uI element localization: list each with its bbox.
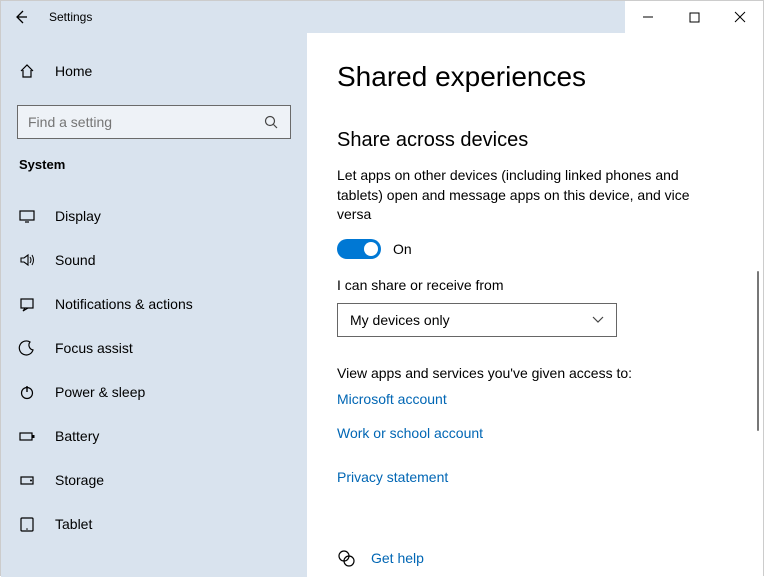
home-nav-item[interactable]: Home <box>17 53 291 89</box>
sidebar-item-label: Power & sleep <box>55 384 145 400</box>
sidebar-item-label: Display <box>55 208 101 224</box>
get-help-link: Get help <box>371 550 424 566</box>
sidebar-item-label: Sound <box>55 252 95 268</box>
sidebar-item-tablet[interactable]: Tablet <box>17 502 291 546</box>
dropdown-value: My devices only <box>350 312 450 328</box>
home-icon <box>17 62 37 80</box>
sidebar-item-storage[interactable]: Storage <box>17 458 291 502</box>
minimize-button[interactable] <box>625 1 671 33</box>
microsoft-account-link[interactable]: Microsoft account <box>337 391 447 407</box>
focus-assist-icon <box>17 339 37 357</box>
sidebar-item-label: Notifications & actions <box>55 296 193 312</box>
window-title: Settings <box>49 10 92 24</box>
sidebar-item-sound[interactable]: Sound <box>17 238 291 282</box>
description-text: Let apps on other devices (including lin… <box>337 166 717 225</box>
sidebar-item-focus-assist[interactable]: Focus assist <box>17 326 291 370</box>
sidebar-item-label: Focus assist <box>55 340 133 356</box>
search-input[interactable] <box>28 114 262 130</box>
search-box[interactable] <box>17 105 291 139</box>
get-help-row[interactable]: Get help <box>337 549 424 567</box>
share-from-dropdown[interactable]: My devices only <box>337 303 617 337</box>
share-from-label: I can share or receive from <box>337 277 733 293</box>
section-heading: Share across devices <box>337 129 733 152</box>
close-button[interactable] <box>717 1 763 33</box>
tablet-icon <box>17 515 37 533</box>
work-school-account-link[interactable]: Work or school account <box>337 425 483 441</box>
sidebar-item-label: Battery <box>55 428 99 444</box>
close-icon <box>734 11 746 23</box>
sidebar-item-notifications[interactable]: Notifications & actions <box>17 282 291 326</box>
sidebar-item-label: Tablet <box>55 516 92 532</box>
chevron-down-icon <box>592 316 604 324</box>
home-label: Home <box>55 63 92 79</box>
sidebar: Home System Display Sound Notifications … <box>1 33 307 577</box>
power-icon <box>17 383 37 401</box>
minimize-icon <box>642 11 654 23</box>
sidebar-item-label: Storage <box>55 472 104 488</box>
notifications-icon <box>17 295 37 313</box>
display-icon <box>17 207 37 225</box>
sidebar-item-battery[interactable]: Battery <box>17 414 291 458</box>
sound-icon <box>17 251 37 269</box>
share-toggle[interactable] <box>337 239 381 259</box>
sidebar-item-display[interactable]: Display <box>17 194 291 238</box>
page-title: Shared experiences <box>337 61 733 93</box>
arrow-left-icon <box>13 9 29 25</box>
privacy-statement-link[interactable]: Privacy statement <box>337 469 448 485</box>
storage-icon <box>17 471 37 489</box>
back-button[interactable] <box>1 1 41 33</box>
battery-icon <box>17 427 37 445</box>
section-title: System <box>19 157 291 172</box>
help-icon <box>337 549 355 567</box>
search-icon <box>262 114 280 130</box>
main-panel: Shared experiences Share across devices … <box>307 33 763 577</box>
toggle-state-label: On <box>393 241 412 257</box>
maximize-icon <box>689 12 700 23</box>
access-text: View apps and services you've given acce… <box>337 365 733 381</box>
scrollbar[interactable] <box>757 271 759 431</box>
maximize-button[interactable] <box>671 1 717 33</box>
sidebar-item-power-sleep[interactable]: Power & sleep <box>17 370 291 414</box>
